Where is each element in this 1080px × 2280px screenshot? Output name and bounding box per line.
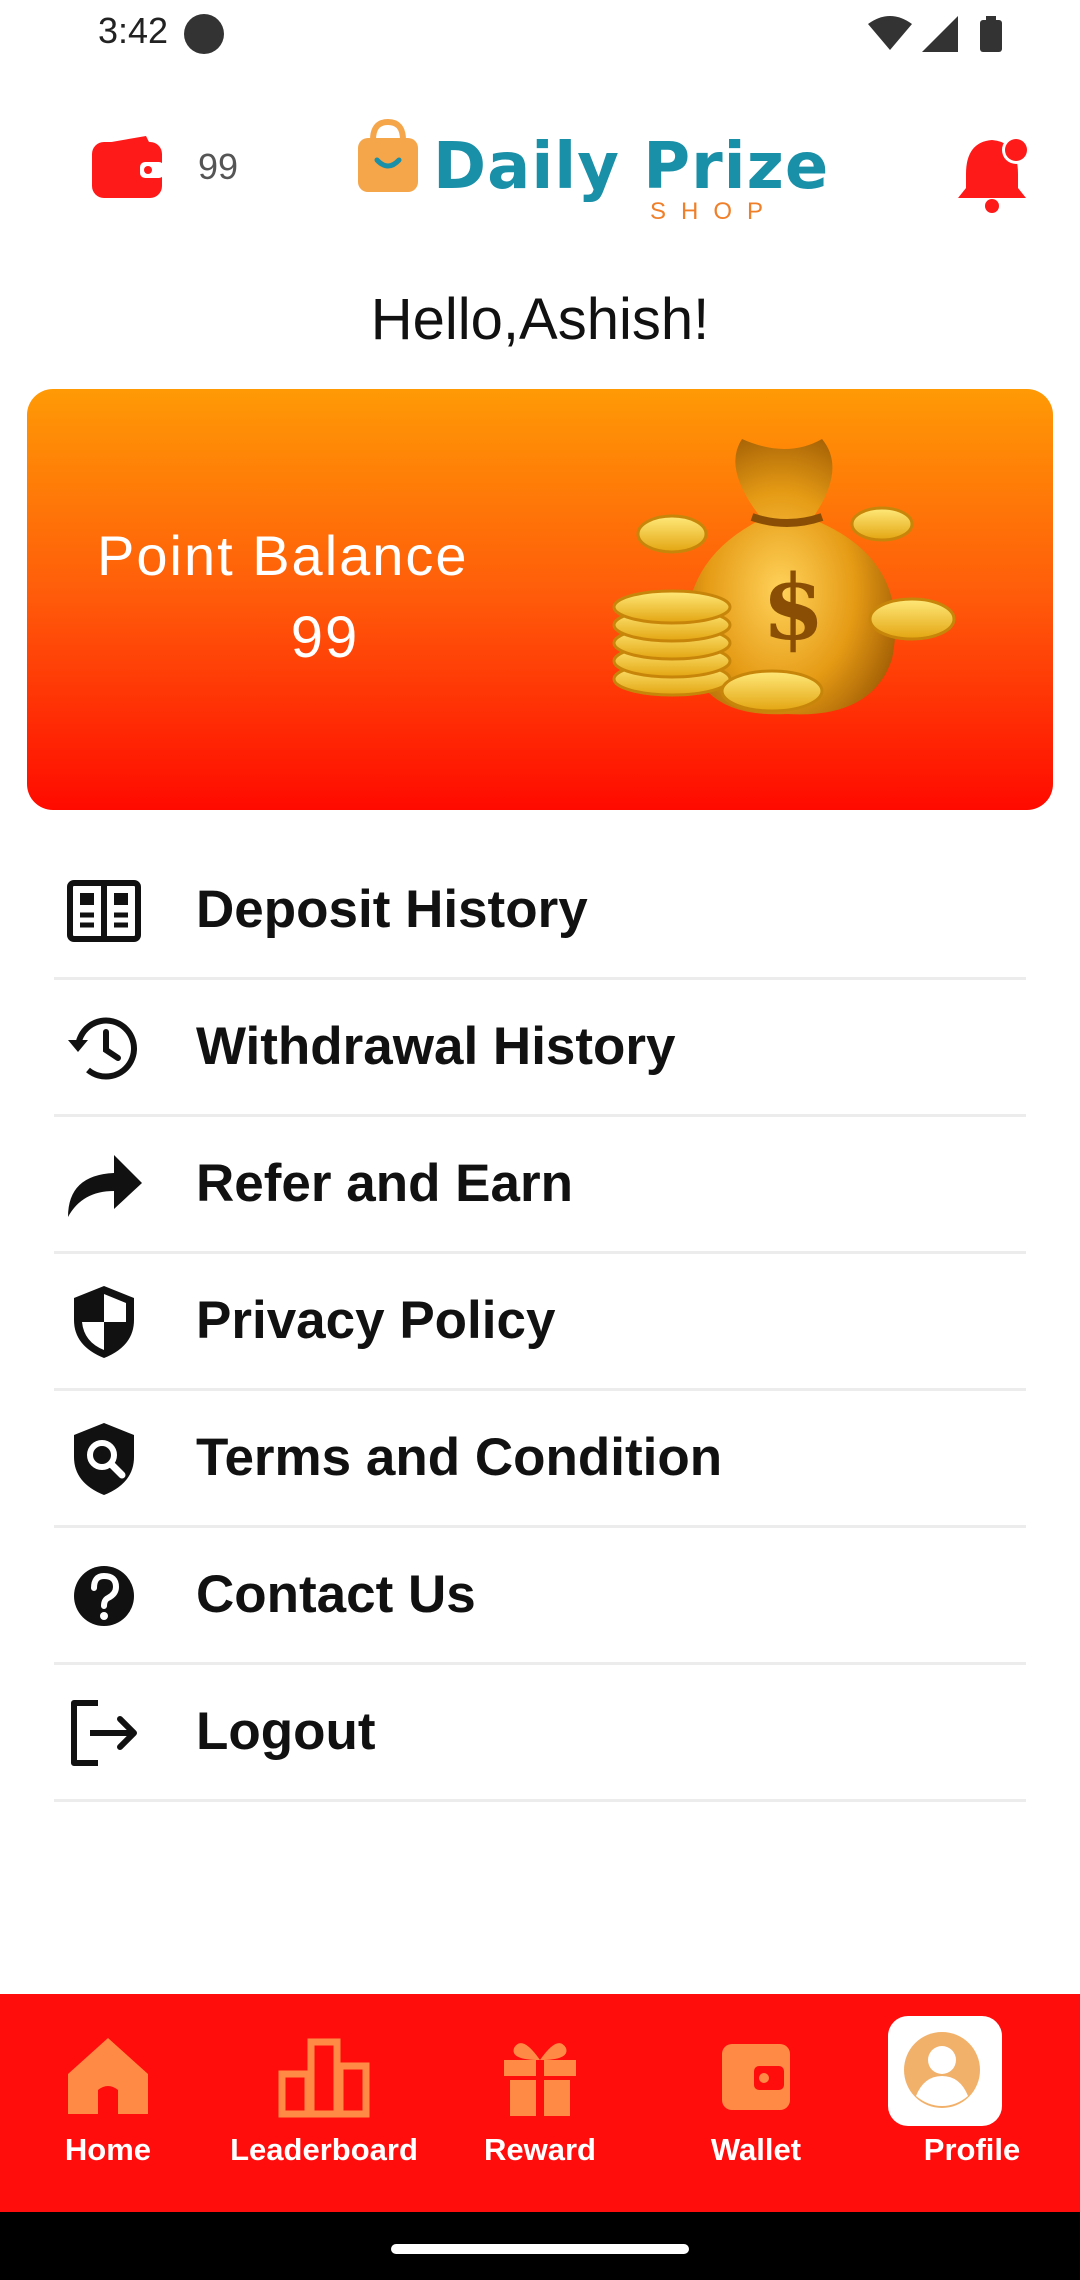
- app-header: 99 Daily Prize SHOP: [0, 100, 1080, 250]
- gift-icon: [504, 2043, 576, 2116]
- bottom-navigation: Home Leaderboard Reward Wallet Profile: [0, 1994, 1080, 2212]
- nav-home[interactable]: Home: [0, 1994, 216, 2212]
- divider: [54, 1799, 1026, 1802]
- menu-item-terms-and-condition[interactable]: Terms and Condition: [0, 1391, 1080, 1528]
- wifi-icon: [868, 16, 912, 50]
- nav-label: Profile: [923, 2132, 1021, 2167]
- menu-item-refer-and-earn[interactable]: Refer and Earn: [0, 1117, 1080, 1254]
- notification-bell-icon[interactable]: [956, 134, 1032, 214]
- battery-icon: [980, 16, 1002, 52]
- shield-icon: [74, 1286, 134, 1358]
- menu-item-label: Privacy Policy: [196, 1291, 556, 1350]
- status-icons: [868, 16, 1002, 52]
- search-shield-icon: [74, 1423, 134, 1495]
- menu-item-label: Terms and Condition: [196, 1428, 723, 1487]
- menu-item-label: Refer and Earn: [196, 1154, 574, 1213]
- greeting-text: Hello,Ashish!: [370, 287, 710, 352]
- history-icon: [68, 1017, 137, 1080]
- home-gesture-handle[interactable]: [391, 2244, 689, 2254]
- menu-item-logout[interactable]: Logout: [0, 1665, 1080, 1802]
- app-logo: Daily Prize SHOP: [355, 112, 828, 225]
- menu-item-contact-us[interactable]: Contact Us: [0, 1528, 1080, 1665]
- point-balance-card: Point Balance 99 $: [27, 389, 1053, 810]
- profile-icon: [904, 2032, 980, 2108]
- nav-label: Reward: [484, 2132, 596, 2167]
- nav-label: Wallet: [710, 2132, 802, 2167]
- menu-item-privacy-policy[interactable]: Privacy Policy: [0, 1254, 1080, 1391]
- profile-menu: Deposit History Withdrawal History Refer…: [0, 843, 1080, 1802]
- wallet-icon: [92, 136, 164, 198]
- balance-label: Point Balance: [97, 524, 469, 587]
- menu-item-label: Deposit History: [196, 880, 588, 939]
- help-icon: [74, 1566, 134, 1626]
- nav-label: Leaderboard: [230, 2132, 418, 2167]
- status-bar: 3:42: [0, 0, 1080, 66]
- deposit-history-icon: [67, 880, 141, 942]
- money-bag-icon: $: [612, 439, 956, 715]
- share-arrow-icon: [68, 1155, 142, 1217]
- wallet-points: 99: [198, 146, 239, 187]
- wallet-icon: [722, 2044, 790, 2110]
- menu-item-label: Logout: [196, 1702, 376, 1761]
- nav-leaderboard[interactable]: Leaderboard: [216, 1994, 432, 2212]
- nav-label: Home: [64, 2132, 152, 2167]
- nav-wallet[interactable]: Wallet: [648, 1994, 864, 2212]
- balance-value: 99: [290, 605, 360, 670]
- menu-item-withdrawal-history[interactable]: Withdrawal History: [0, 980, 1080, 1117]
- logo-title: Daily Prize: [433, 130, 830, 204]
- nav-reward[interactable]: Reward: [432, 1994, 648, 2212]
- logout-icon: [71, 1700, 137, 1766]
- status-time: 3:42: [98, 10, 169, 51]
- system-gesture-bar: [0, 2212, 1080, 2280]
- signal-icon: [922, 16, 958, 52]
- home-icon: [68, 2038, 148, 2114]
- logo-subtitle: SHOP: [650, 198, 779, 225]
- menu-item-label: Contact Us: [196, 1565, 476, 1624]
- nav-profile[interactable]: Profile: [864, 1994, 1080, 2212]
- notification-dot-icon: [184, 14, 224, 54]
- leaderboard-icon: [278, 2038, 370, 2118]
- shopping-bag-icon: [358, 118, 418, 192]
- wallet-balance-chip[interactable]: 99: [90, 134, 238, 214]
- menu-item-deposit-history[interactable]: Deposit History: [0, 843, 1080, 980]
- menu-item-label: Withdrawal History: [196, 1017, 676, 1076]
- svg-text:$: $: [762, 555, 825, 661]
